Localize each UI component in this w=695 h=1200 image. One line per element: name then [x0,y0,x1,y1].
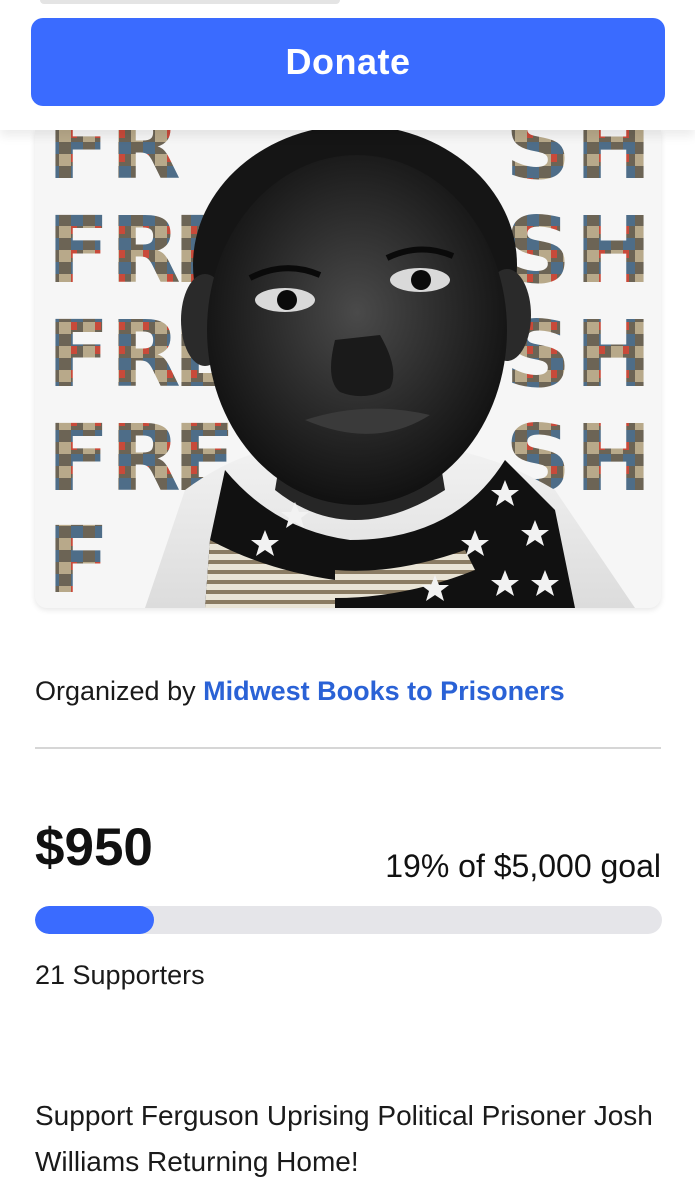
letter-h-row3: H [575,301,652,408]
letter-f-row2: F [47,197,110,304]
supporters-count: 21 Supporters [35,960,205,990]
letter-r-row1: R [110,130,181,200]
organizer-link[interactable]: Midwest Books to Prisoners [203,676,565,706]
letter-h-row4: H [575,405,652,512]
letter-f-row3: F [47,301,110,408]
previous-element-edge [40,0,340,4]
divider [35,747,661,749]
letter-h-row2: H [575,197,652,304]
campaign-image: F R F R E F R E F R E F S H S H S H S H [35,130,661,608]
raised-amount: $950 [35,818,153,877]
progress-bar [35,906,662,934]
letter-r-row2: R [110,197,181,304]
face [207,155,507,505]
progress-bar-fill [35,906,155,934]
letter-f-row5: F [47,507,110,608]
goal-progress-text: 19% of $5,000 goal [385,848,661,884]
campaign-photo: F R F R E F R E F R E F S H S H S H S H [35,130,661,608]
letter-h-row1: H [575,130,652,200]
campaign-title: Support Ferguson Uprising Political Pris… [35,1100,653,1177]
letter-s-row1: S [505,130,571,200]
letter-f-row1: F [47,130,110,200]
letter-r-row3: R [110,301,181,408]
letter-f-row4: F [47,405,110,512]
letter-r-row4: R [110,405,181,512]
sticky-donate-bar: Donate [0,0,695,130]
organizer-prefix: Organized by [35,676,196,706]
organizer-line: Organized by Midwest Books to Prisoners [35,676,565,707]
donate-button[interactable]: Donate [31,18,665,106]
